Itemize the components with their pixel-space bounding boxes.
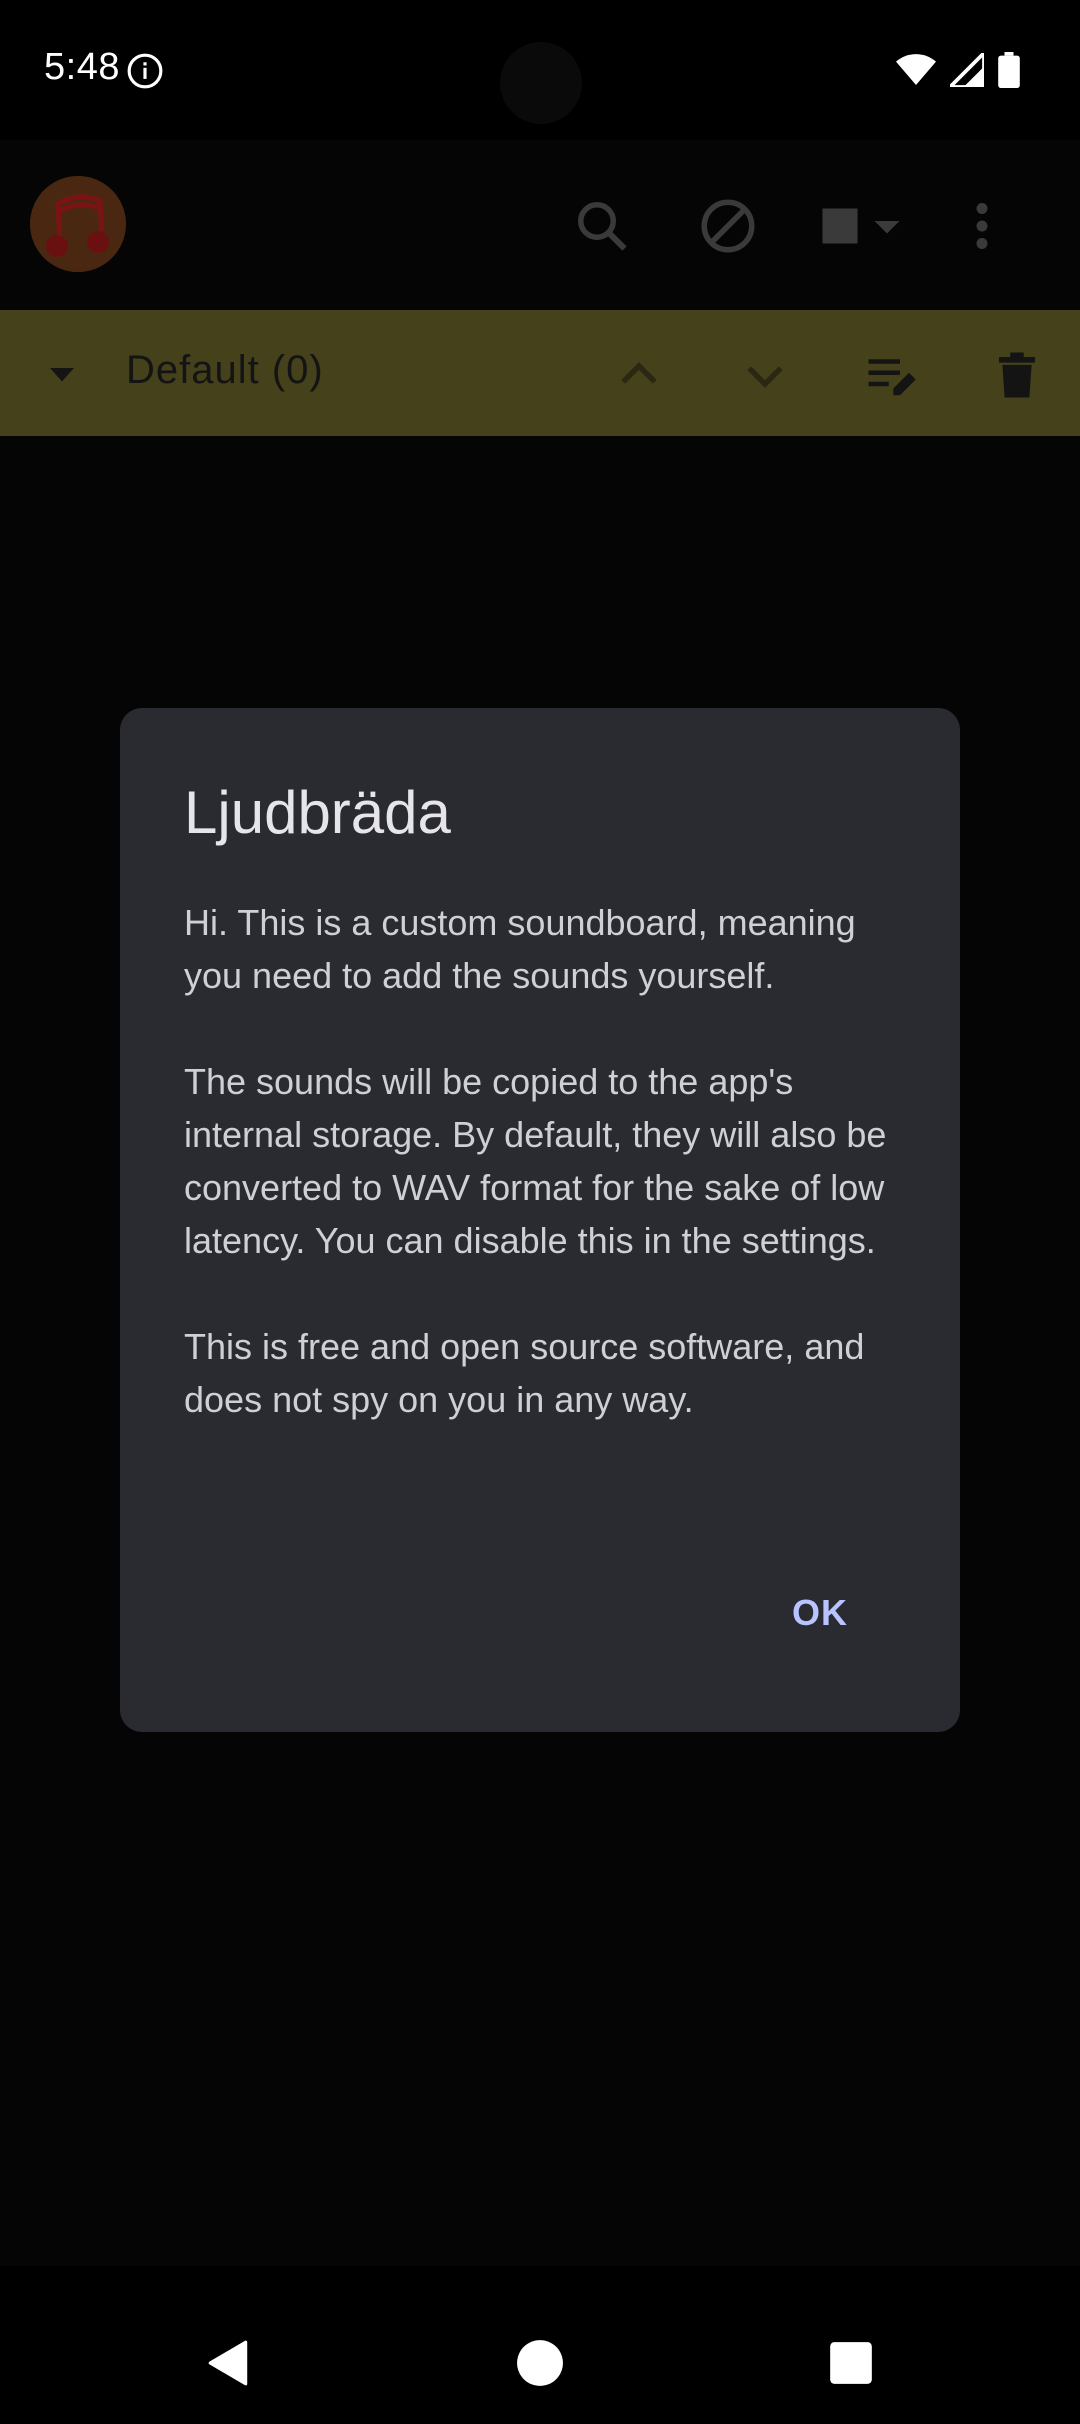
recents-icon[interactable] [826,2338,876,2388]
block-icon[interactable] [698,196,758,256]
stop-icon[interactable] [810,196,870,256]
category-title: Default (0) [126,348,324,392]
move-up-icon[interactable] [612,348,666,402]
dialog-message: Hi. This is a custom soundboard, meaning… [184,896,900,1479]
back-icon[interactable] [204,2338,254,2388]
search-icon[interactable] [572,196,632,256]
app-toolbar [0,140,1080,310]
status-bar: 5:48 [0,0,1080,140]
camera-cutout [500,42,582,124]
app-logo[interactable] [30,176,126,272]
overflow-menu-icon[interactable] [952,196,1012,256]
category-header[interactable]: Default (0) [0,310,1080,436]
dialog-paragraph: The sounds will be copied to the app's i… [184,1061,887,1261]
dialog-title: Ljudbräda [184,779,451,846]
status-time: 5:48 [44,46,120,88]
edit-list-icon[interactable] [864,348,918,402]
delete-icon[interactable] [990,348,1044,402]
status-icons [896,52,1020,88]
battery-icon [998,52,1020,88]
wifi-icon [896,54,936,85]
info-icon [127,53,163,89]
dropdown-caret-icon[interactable] [872,196,902,256]
home-icon[interactable] [515,2338,565,2388]
navigation-bar [0,2300,1080,2424]
collapse-caret-icon[interactable] [44,356,80,392]
dialog-paragraph: Hi. This is a custom soundboard, meaning… [184,902,856,996]
welcome-dialog: Ljudbräda Hi. This is a custom soundboar… [120,708,960,1732]
move-down-icon[interactable] [738,348,792,402]
phone-screen: 5:48 Default (0) Ljudbräda Hi. This is a… [0,0,1080,2424]
cellular-signal-icon [950,53,984,87]
ok-button[interactable]: OK [776,1582,864,1644]
dialog-paragraph: This is free and open source software, a… [184,1326,865,1420]
